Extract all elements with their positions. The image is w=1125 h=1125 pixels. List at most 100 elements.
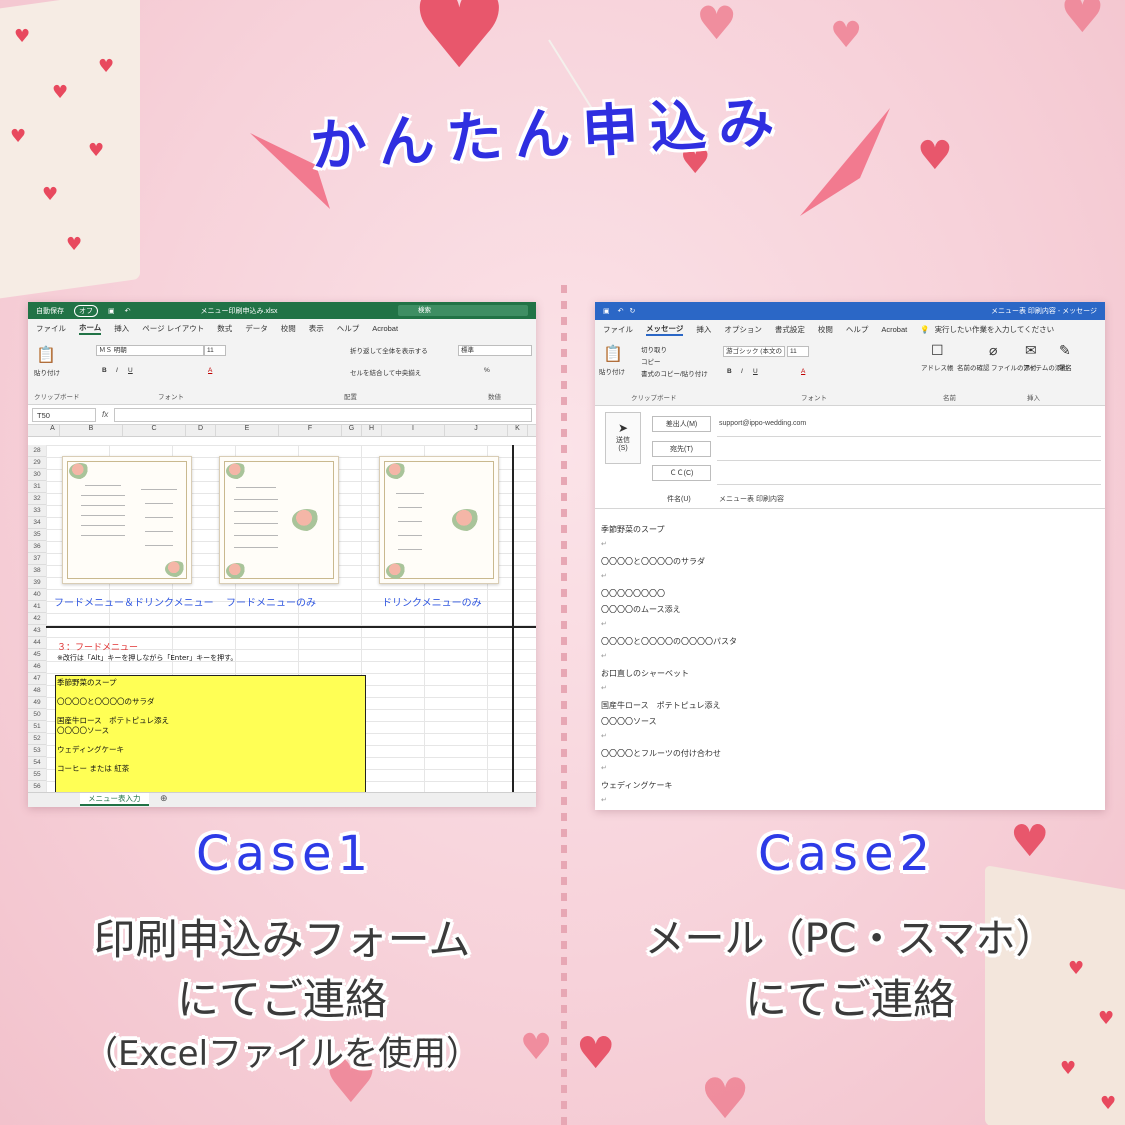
tab-review[interactable]: 校閲	[281, 323, 296, 334]
tab-format[interactable]: 書式設定	[775, 324, 805, 335]
name-box[interactable]: T50	[32, 407, 96, 422]
column-header[interactable]: J	[445, 425, 508, 436]
add-sheet-icon[interactable]: ⊕	[160, 794, 168, 804]
tab-review[interactable]: 校閲	[818, 324, 833, 335]
envelope-icon[interactable]: ✉	[1025, 342, 1037, 359]
save-icon[interactable]: ▣	[108, 307, 115, 315]
tab-message[interactable]: メッセージ	[646, 323, 684, 336]
row-header[interactable]: 39	[28, 577, 46, 589]
row-header[interactable]: 38	[28, 565, 46, 577]
column-header[interactable]: B	[60, 425, 123, 436]
autosave-toggle[interactable]: オフ	[74, 304, 98, 317]
tab-help[interactable]: ヘルプ	[337, 323, 360, 334]
column-header[interactable]: G	[342, 425, 362, 436]
number-format-select[interactable]: 標準	[458, 345, 532, 356]
row-header[interactable]: 45	[28, 649, 46, 661]
row-header[interactable]: 52	[28, 733, 46, 745]
address-book-button[interactable]: アドレス帳	[921, 362, 954, 372]
tab-home[interactable]: ホーム	[79, 322, 102, 335]
undo-icon[interactable]: ↶	[618, 307, 624, 315]
column-header[interactable]: D	[186, 425, 216, 436]
row-header[interactable]: 43	[28, 625, 46, 637]
tab-data[interactable]: データ	[245, 323, 268, 334]
save-icon[interactable]: ▣	[603, 307, 610, 315]
format-painter-button[interactable]: 書式のコピー/貼り付け	[641, 368, 708, 378]
row-header[interactable]: 46	[28, 661, 46, 673]
row-header[interactable]: 48	[28, 685, 46, 697]
redo-icon[interactable]: ↻	[630, 307, 636, 315]
tab-file[interactable]: ファイル	[603, 324, 633, 335]
row-header[interactable]: 51	[28, 721, 46, 733]
sheet-tab[interactable]: メニュー表入力	[80, 793, 149, 806]
bold-button[interactable]: B	[727, 368, 732, 375]
row-header[interactable]: 29	[28, 457, 46, 469]
tab-view[interactable]: 表示	[309, 323, 324, 334]
wrap-text-button[interactable]: 折り返して全体を表示する	[350, 345, 428, 355]
row-header[interactable]: 47	[28, 673, 46, 685]
italic-button[interactable]: I	[116, 367, 118, 374]
to-field[interactable]	[717, 460, 1101, 461]
tab-help[interactable]: ヘルプ	[846, 324, 869, 335]
row-header[interactable]: 30	[28, 469, 46, 481]
paste-label[interactable]: 貼り付け	[599, 366, 625, 376]
send-button[interactable]: ➤ 送信 (S)	[605, 412, 641, 464]
row-header[interactable]: 55	[28, 769, 46, 781]
merge-center-button[interactable]: セルを結合して中央揃え	[350, 367, 421, 377]
bold-button[interactable]: B	[102, 367, 107, 374]
formula-input[interactable]	[114, 407, 532, 422]
tab-formulas[interactable]: 数式	[217, 323, 232, 334]
font-name-select[interactable]: ＭＳ 明朝	[96, 345, 204, 356]
fx-icon[interactable]: fx	[102, 410, 108, 419]
row-header[interactable]: 31	[28, 481, 46, 493]
italic-button[interactable]: I	[741, 368, 743, 375]
tab-options[interactable]: オプション	[724, 324, 762, 335]
cc-button[interactable]: ＣＣ(C)	[652, 465, 711, 481]
from-button[interactable]: 差出人(M)	[652, 416, 711, 432]
row-header[interactable]: 42	[28, 613, 46, 625]
row-header[interactable]: 40	[28, 589, 46, 601]
signature-icon[interactable]: ✎	[1059, 342, 1071, 359]
row-header[interactable]: 32	[28, 493, 46, 505]
font-size-select[interactable]: 11	[204, 345, 226, 356]
row-header[interactable]: 56	[28, 781, 46, 792]
row-header[interactable]: 49	[28, 697, 46, 709]
to-button[interactable]: 宛先(T)	[652, 441, 711, 457]
signature-button[interactable]: 署名	[1059, 362, 1072, 372]
underline-button[interactable]: U	[128, 367, 133, 374]
row-header[interactable]: 33	[28, 505, 46, 517]
tab-acrobat[interactable]: Acrobat	[881, 325, 907, 334]
column-header[interactable]: K	[508, 425, 528, 436]
font-color-button[interactable]: A	[801, 368, 805, 375]
tell-me-input[interactable]: 実行したい作業を入力してください	[935, 324, 1055, 335]
column-header[interactable]: A	[46, 425, 60, 436]
row-header[interactable]: 53	[28, 745, 46, 757]
row-header[interactable]: 34	[28, 517, 46, 529]
row-header[interactable]: 50	[28, 709, 46, 721]
attach-file-icon[interactable]: ⌀	[989, 342, 997, 359]
check-names-button[interactable]: 名前の確認	[957, 362, 990, 372]
row-header[interactable]: 44	[28, 637, 46, 649]
paste-icon[interactable]: 📋	[603, 344, 623, 364]
row-header[interactable]: 35	[28, 529, 46, 541]
row-header[interactable]: 41	[28, 601, 46, 613]
cut-button[interactable]: 切り取り	[641, 344, 667, 354]
column-header[interactable]: F	[279, 425, 342, 436]
underline-button[interactable]: U	[753, 368, 758, 375]
copy-button[interactable]: コピー	[641, 356, 661, 366]
undo-icon[interactable]: ↶	[125, 307, 131, 315]
font-color-button[interactable]: A	[208, 367, 212, 374]
column-header[interactable]: C	[123, 425, 186, 436]
tab-acrobat[interactable]: Acrobat	[372, 324, 398, 333]
search-box[interactable]: 検索	[398, 305, 528, 316]
row-header[interactable]: 36	[28, 541, 46, 553]
subject-value[interactable]: メニュー表 印刷内容	[719, 494, 784, 504]
row-header[interactable]: 54	[28, 757, 46, 769]
row-header[interactable]: 28	[28, 445, 46, 457]
paste-icon[interactable]: 📋	[36, 345, 56, 365]
paste-label[interactable]: 貼り付け	[34, 367, 60, 377]
cc-field[interactable]	[717, 484, 1101, 485]
font-name-select[interactable]: 游ゴシック (本文の	[723, 346, 785, 357]
tab-insert[interactable]: 挿入	[696, 324, 711, 335]
tab-file[interactable]: ファイル	[36, 323, 66, 334]
tab-insert[interactable]: 挿入	[114, 323, 129, 334]
